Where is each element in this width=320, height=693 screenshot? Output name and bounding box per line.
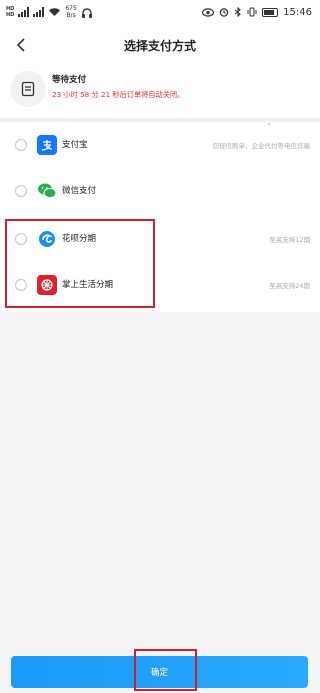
status-bar: HD HD 675 B/s 15:46: [0, 0, 320, 26]
eye-icon: [202, 7, 215, 17]
payment-option-tip: 至高支持24期: [269, 282, 310, 290]
clock: 15:46: [283, 6, 312, 18]
payment-option-alipay[interactable]: 支付宝 勿轻信刷单、企业代付等电信诈骗: [0, 122, 320, 168]
signal-icon: [18, 7, 30, 17]
status-bar-left: HD HD 675 B/s: [6, 3, 93, 21]
order-status-title: 等待支付: [52, 75, 87, 85]
alarm-icon: [219, 8, 229, 17]
payment-option-tip: 至高支持12期: [269, 236, 310, 244]
wechat-icon: [37, 181, 57, 201]
radio-button[interactable]: [15, 139, 27, 151]
payment-option-wechat[interactable]: 微信支付: [0, 168, 320, 214]
bluetooth-icon: [234, 7, 241, 17]
vibrate-icon: [247, 7, 257, 17]
dot-divider: [268, 123, 270, 125]
order-icon: [10, 71, 46, 107]
network-speed-unit: B/s: [66, 12, 76, 19]
radio-button[interactable]: [15, 185, 27, 197]
order-status-card: 等待支付 23 小时 58 分 21 秒后订单将自动关闭。: [0, 64, 320, 118]
confirm-highlight-box: [134, 649, 197, 691]
page-title: 选择支付方式: [123, 39, 196, 53]
installment-highlight-box: [5, 219, 155, 308]
nav-bar: 选择支付方式: [0, 26, 320, 64]
status-bar-right: 15:46: [202, 4, 312, 20]
signal-icon-2: [33, 7, 45, 17]
payment-option-name: 微信支付: [62, 186, 97, 196]
network-speed-value: 675: [65, 5, 77, 12]
payment-option-name: 支付宝: [62, 140, 88, 150]
sim2-label: HD: [6, 12, 15, 18]
order-countdown: 23 小时 58 分 21 秒后订单将自动关闭。: [52, 90, 185, 99]
headphones-icon: [81, 7, 92, 18]
payment-option-tip: 勿轻信刷单、企业代付等电信诈骗: [212, 142, 311, 150]
battery-icon: [262, 7, 279, 17]
wifi-icon: [49, 8, 61, 16]
alipay-icon: [37, 135, 57, 155]
